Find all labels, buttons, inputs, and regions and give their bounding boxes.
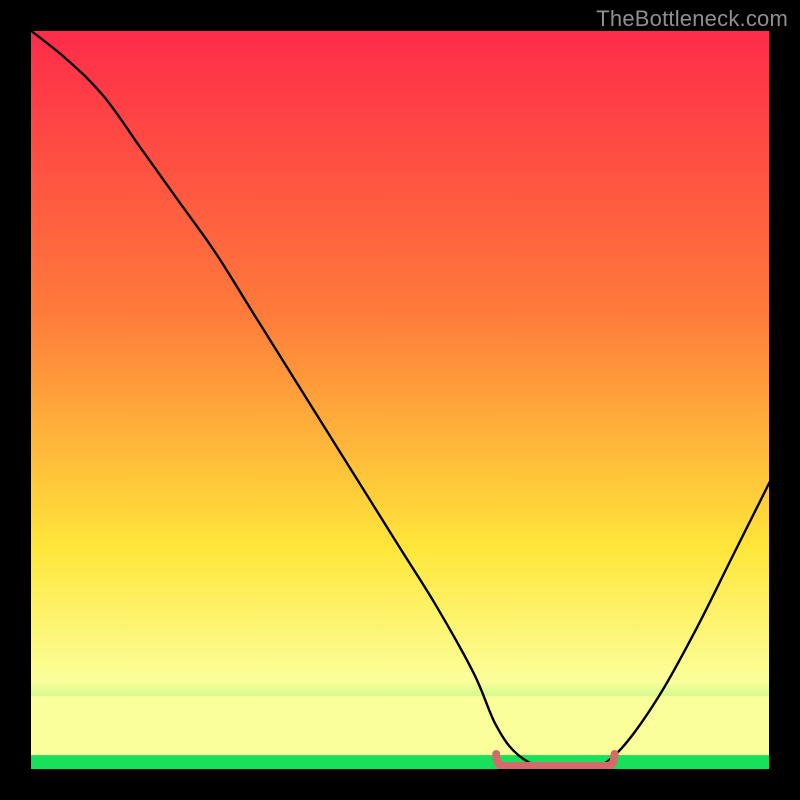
attribution-label: TheBottleneck.com	[596, 6, 788, 32]
bottleneck-chart	[0, 0, 800, 800]
plot-background	[30, 30, 770, 770]
chart-stage: TheBottleneck.com	[0, 0, 800, 800]
pale-band	[30, 696, 770, 755]
green-strip	[30, 755, 770, 770]
